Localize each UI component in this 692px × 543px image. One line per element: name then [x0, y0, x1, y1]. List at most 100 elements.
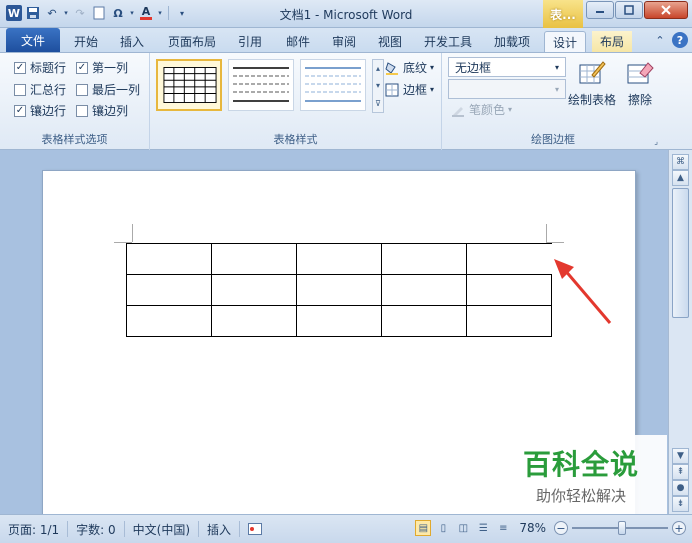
scroll-down-icon[interactable]: ▼: [672, 448, 689, 464]
table-cell[interactable]: [296, 243, 382, 275]
page-count[interactable]: 页面: 1/1: [0, 521, 69, 537]
table-cell[interactable]: [211, 274, 297, 306]
table-cell[interactable]: [381, 305, 467, 337]
vertical-scrollbar[interactable]: ⌘ ▲ ▼ ⇞ ● ⇟: [668, 150, 692, 514]
eraser-button[interactable]: 擦除: [614, 59, 666, 108]
zoom-slider-thumb[interactable]: [618, 521, 626, 535]
draft-view-icon[interactable]: ≡: [495, 520, 511, 536]
checkbox-checked-icon[interactable]: ✓: [76, 61, 88, 74]
zoom-slider[interactable]: [572, 521, 668, 535]
table-row: [126, 274, 552, 306]
line-style-dropdown[interactable]: 无边框 ▾: [448, 57, 566, 77]
checkbox-checked-icon[interactable]: ✓: [14, 104, 26, 117]
tab-home[interactable]: 开始: [66, 31, 106, 52]
full-screen-reading-icon[interactable]: ▯: [435, 520, 451, 536]
tab-addins[interactable]: 加载项: [486, 31, 538, 52]
outline-view-icon[interactable]: ☰: [475, 520, 491, 536]
minimize-ribbon-icon[interactable]: ⌃: [652, 32, 668, 48]
header-row-option[interactable]: ✓ 标题行: [14, 59, 66, 76]
table-styles-gallery: [156, 59, 370, 113]
table-cell[interactable]: [211, 243, 297, 275]
pen-color-icon: [450, 102, 466, 118]
tab-mailings[interactable]: 邮件: [278, 31, 318, 52]
tab-insert[interactable]: 插入: [112, 31, 152, 52]
pen-color-dropdown-icon: ▾: [508, 105, 513, 114]
first-column-label: 第一列: [92, 61, 129, 75]
browse-object-icon[interactable]: ●: [672, 480, 689, 496]
checkbox-unchecked-icon[interactable]: [14, 83, 26, 96]
table-style-light-blue[interactable]: [300, 59, 366, 111]
banded-columns-label: 镶边列: [92, 104, 129, 118]
shading-label: 底纹: [403, 61, 428, 75]
ribbon-help-controls: ⌃ ?: [652, 32, 688, 48]
table-cell[interactable]: [126, 274, 212, 306]
table-style-grid[interactable]: [156, 59, 222, 111]
print-layout-view-icon[interactable]: ▤: [415, 520, 432, 536]
help-icon[interactable]: ?: [672, 32, 688, 48]
table-cell[interactable]: [126, 243, 212, 275]
web-layout-icon[interactable]: ◫: [455, 520, 471, 536]
close-button[interactable]: [644, 1, 688, 19]
borders-button[interactable]: 边框 ▾: [384, 81, 434, 98]
scroll-thumb[interactable]: [672, 188, 689, 318]
tab-view[interactable]: 视图: [370, 31, 410, 52]
zoom-out-icon[interactable]: −: [554, 521, 568, 535]
line-style-dropdown-icon: ▾: [554, 62, 559, 72]
tab-review[interactable]: 审阅: [324, 31, 364, 52]
styles-gallery-scroll: ▴ ▾ ⊽: [372, 59, 384, 113]
draw-table-button[interactable]: 绘制表格: [566, 59, 618, 108]
status-bar: 页面: 1/1 字数: 0 中文(中国) 插入 ▤ ▯ ◫ ☰ ≡ 78% − …: [0, 514, 692, 543]
banded-columns-option[interactable]: 镶边列: [76, 102, 128, 119]
maximize-button[interactable]: [615, 1, 643, 19]
pen-color-button[interactable]: 笔颜色 ▾: [450, 101, 512, 118]
tab-design[interactable]: 设计: [544, 31, 587, 52]
table-style-plain[interactable]: [228, 59, 294, 111]
minimize-button[interactable]: [586, 1, 614, 19]
tab-layout[interactable]: 布局: [592, 31, 633, 52]
previous-page-icon[interactable]: ⇞: [672, 464, 689, 480]
ruler-toggle-icon[interactable]: ⌘: [672, 154, 689, 170]
table-cell[interactable]: [126, 305, 212, 337]
table-cell[interactable]: [296, 274, 382, 306]
line-weight-dropdown-icon: ▾: [554, 84, 559, 94]
last-column-option[interactable]: 最后一列: [76, 81, 140, 98]
table-cell[interactable]: [296, 305, 382, 337]
banded-rows-option[interactable]: ✓ 镶边行: [14, 102, 66, 119]
table-cell[interactable]: [381, 243, 467, 275]
table-cell[interactable]: [466, 305, 552, 337]
zoom-in-icon[interactable]: +: [672, 521, 686, 535]
group-label-table-styles: 表格样式: [273, 133, 318, 146]
first-column-option[interactable]: ✓ 第一列: [76, 59, 128, 76]
macro-record-icon[interactable]: [240, 521, 270, 537]
dialog-launcher-icon[interactable]: ⌟: [654, 137, 658, 146]
language-indicator[interactable]: 中文(中国): [125, 521, 200, 537]
gallery-more-icon[interactable]: ⊽: [375, 99, 381, 108]
line-weight-dropdown[interactable]: ▾: [448, 79, 566, 99]
tab-developer[interactable]: 开发工具: [416, 31, 480, 52]
header-row-label: 标题行: [30, 61, 67, 75]
status-bar-right: ▤ ▯ ◫ ☰ ≡ 78% − +: [415, 520, 686, 536]
word-count[interactable]: 字数: 0: [68, 521, 125, 537]
gallery-up-icon[interactable]: ▴: [376, 64, 380, 73]
tab-references[interactable]: 引用: [230, 31, 270, 52]
table-cell[interactable]: [466, 274, 552, 306]
checkbox-checked-icon[interactable]: ✓: [14, 61, 26, 74]
document-table[interactable]: [126, 243, 552, 337]
total-row-option[interactable]: 汇总行: [14, 81, 66, 98]
table-cell[interactable]: [211, 305, 297, 337]
gallery-down-icon[interactable]: ▾: [376, 81, 380, 90]
scroll-up-icon[interactable]: ▲: [672, 170, 689, 186]
tab-file[interactable]: 文件: [6, 28, 60, 52]
next-page-icon[interactable]: ⇟: [672, 496, 689, 512]
borders-dropdown-icon: ▾: [430, 85, 435, 94]
table-cell[interactable]: [381, 274, 467, 306]
zoom-level[interactable]: 78%: [519, 521, 546, 535]
checkbox-unchecked-icon[interactable]: [76, 104, 88, 117]
draw-table-label: 绘制表格: [567, 93, 616, 107]
insert-mode[interactable]: 插入: [199, 521, 241, 537]
table-cell[interactable]: [466, 243, 552, 275]
group-table-style-options: ✓ 标题行 ✓ 第一列 汇总行 最后一列 ✓ 镶边行 镶边列 表格样式选项: [0, 53, 150, 150]
checkbox-unchecked-icon[interactable]: [76, 83, 88, 96]
shading-button[interactable]: 底纹 ▾: [384, 59, 434, 76]
tab-page-layout[interactable]: 页面布局: [160, 31, 224, 52]
